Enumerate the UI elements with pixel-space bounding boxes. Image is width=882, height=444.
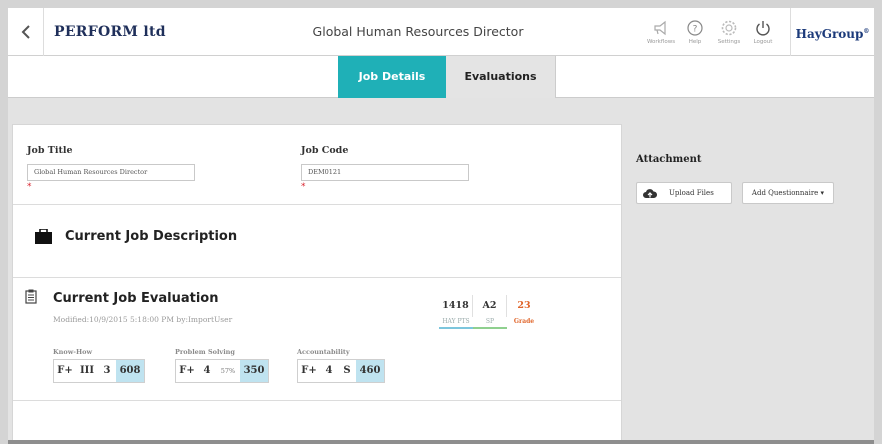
add-questionnaire-label: Add Questionnaire ▾ [751,189,825,197]
hay-points: 1418 HAY PTS [439,295,473,329]
workflows-icon [654,20,666,36]
workflows-label: Workflows [646,39,676,45]
accountability-points: 460 [356,360,384,382]
upload-files-label: Upload Files [669,189,714,197]
short-profile: A2 SP [473,295,507,329]
help-label: Help [688,39,702,45]
hay-points-underline [439,327,473,329]
know-how-label: Know-How [53,348,93,356]
know-how-cell: F+ [57,365,73,376]
accountability-label: Accountability [297,348,350,356]
accountability-cell: S [343,365,351,376]
registered-mark: ® [863,28,870,35]
evaluation-summary: 1418 HAY PTS A2 SP 23 Grade [439,295,541,329]
power-icon [756,21,770,36]
required-marker: * [301,182,306,192]
add-questionnaire-dropdown[interactable]: Add Questionnaire ▾ [742,182,834,204]
accountability-cell: F+ [301,365,317,376]
upload-files-button[interactable]: Upload Files [636,182,732,204]
divider [13,204,621,205]
top-bar: PERFORM ltd Global Human Resources Direc… [8,8,874,56]
job-code-label: Job Code [301,145,349,156]
grade-label: Grade [513,318,535,325]
page-title: Global Human Resources Director [312,24,524,39]
job-title-field[interactable]: Global Human Resources Director [27,164,195,181]
divider [13,400,621,401]
short-profile-value: A2 [473,295,507,317]
problem-solving-cell: 4 [203,365,211,376]
short-profile-underline [473,327,507,329]
app-frame: PERFORM ltd Global Human Resources Direc… [8,8,874,444]
attachment-title: Attachment [636,154,702,165]
gear-icon [721,20,737,36]
know-how-cell: III [79,365,95,376]
tab-bar: Job Details Evaluations [8,56,874,98]
job-evaluation-title[interactable]: Current Job Evaluation [53,291,219,306]
logout-label: Logout [753,39,773,45]
logout-button[interactable]: Logout [746,8,780,56]
haygroup-logo-text: HayGroup [795,27,864,41]
settings-label: Settings [717,39,741,45]
hay-points-value: 1418 [439,295,473,317]
grade-value: 23 [517,300,531,311]
tab-job-details[interactable]: Job Details [338,56,446,98]
problem-solving-group[interactable]: F+ 4 57% 350 [175,359,269,383]
cloud-upload-icon [643,188,657,198]
problem-solving-cell: F+ [179,365,195,376]
know-how-group[interactable]: F+ III 3 608 [53,359,145,383]
svg-text:?: ? [693,25,698,35]
horizontal-scrollbar[interactable] [8,440,874,444]
job-code-field[interactable]: DEM0121 [301,164,469,181]
chevron-left-icon [21,25,30,39]
settings-button[interactable]: Settings [712,8,746,56]
workflows-button[interactable]: Workflows [644,8,678,56]
divider [13,277,621,278]
know-how-points: 608 [116,360,144,382]
tab-evaluations[interactable]: Evaluations [446,56,556,98]
job-title-label: Job Title [27,145,73,156]
haygroup-logo: HayGroup® [790,8,874,56]
job-details-panel: Job Title Global Human Resources Directo… [12,124,622,444]
hay-points-label: HAY PTS [442,318,470,325]
accountability-cell: 4 [325,365,333,376]
grade: 23 Grade [507,295,541,329]
modified-info: Modified:10/9/2015 5:18:00 PM by:ImportU… [53,315,233,324]
help-button[interactable]: ? Help [678,8,712,56]
problem-solving-label: Problem Solving [175,348,235,356]
short-profile-label: SP [485,318,495,325]
problem-solving-percent: 57% [220,367,236,375]
back-button[interactable] [8,8,44,56]
know-how-cell: 3 [103,365,111,376]
job-description-title[interactable]: Current Job Description [65,229,237,244]
header-toolbar: Workflows ? Help Settings Logout [644,8,780,56]
problem-solving-points: 350 [240,360,268,382]
required-marker: * [27,182,32,192]
briefcase-icon [35,229,52,244]
brand-name: PERFORM ltd [54,24,166,40]
accountability-group[interactable]: F+ 4 S 460 [297,359,385,383]
clipboard-icon [25,289,37,304]
help-icon: ? [687,20,703,36]
